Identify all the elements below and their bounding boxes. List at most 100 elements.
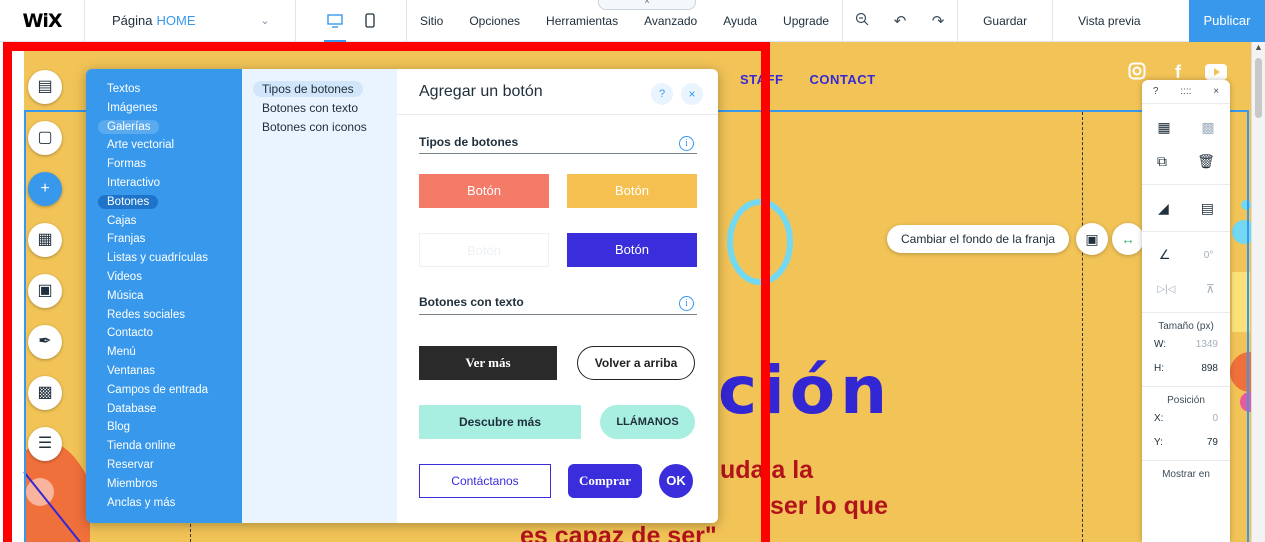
width-value[interactable]: 1349 — [1196, 339, 1218, 350]
collapse-toolbar-tab[interactable]: ^ — [598, 0, 696, 10]
subcategory-item-selected[interactable]: Tipos de botones — [242, 80, 397, 99]
panel-help-icon[interactable]: ? — [651, 83, 673, 105]
button-preset-ok[interactable]: OK — [659, 464, 693, 498]
subcategory-item[interactable]: Botones con texto — [242, 99, 397, 118]
category-item[interactable]: Cajas — [86, 212, 242, 231]
publish-button[interactable]: Publicar — [1189, 0, 1265, 42]
x-value[interactable]: 0 — [1212, 413, 1218, 424]
menu-advanced[interactable]: Avanzado — [631, 14, 710, 28]
site-nav-contact[interactable]: CONTACT — [810, 72, 876, 87]
category-item[interactable]: Anclas y más — [86, 494, 242, 513]
category-item[interactable]: Contacto — [86, 324, 242, 343]
category-item[interactable]: Imágenes — [86, 99, 242, 118]
bookings-icon[interactable]: ▩ — [28, 376, 62, 410]
category-item[interactable]: Formas — [86, 155, 242, 174]
info-icon[interactable]: i — [679, 136, 694, 151]
zoom-out-icon[interactable] — [843, 12, 881, 30]
category-item[interactable]: Menú — [86, 343, 242, 362]
canvas-scrollbar[interactable]: ▲ — [1251, 42, 1265, 542]
undo-icon[interactable]: ↶ — [881, 12, 919, 30]
button-preset-contactanos[interactable]: Contáctanos — [419, 464, 551, 498]
page-selector[interactable]: Página HOME — [85, 13, 295, 28]
category-item[interactable]: Interactivo — [86, 174, 242, 193]
scroll-up-icon[interactable]: ▲ — [1254, 42, 1263, 52]
button-preset-yellow[interactable]: Botón — [567, 174, 697, 208]
media-icon[interactable]: ▣ — [28, 274, 62, 308]
category-item[interactable]: Blog — [86, 418, 242, 437]
button-preset-white[interactable]: Botón — [419, 233, 549, 267]
category-item[interactable]: Reservar — [86, 456, 242, 475]
button-preset-descubre[interactable]: Descubre más — [419, 405, 581, 439]
page-name: HOME — [156, 13, 196, 28]
category-item[interactable]: Galerías — [86, 118, 242, 137]
left-tool-rail: ▤ ▢ + ▦ ▣ ✒ ▩ ☰ — [28, 70, 64, 478]
button-preset-comprar[interactable]: Comprar — [568, 464, 642, 498]
desktop-icon[interactable] — [324, 0, 346, 42]
category-item[interactable]: Database — [86, 400, 242, 419]
background-icon[interactable]: ▢ — [28, 121, 62, 155]
height-value[interactable]: 898 — [1201, 363, 1218, 374]
button-preset-volver[interactable]: Volver a arriba — [577, 346, 695, 380]
y-value[interactable]: 79 — [1207, 437, 1218, 448]
category-item[interactable]: Campos de entrada — [86, 381, 242, 400]
preview-button[interactable]: Vista previa — [1052, 0, 1165, 42]
button-preset-ver-mas[interactable]: Ver más — [419, 346, 557, 380]
category-item[interactable]: Música — [86, 287, 242, 306]
scrollbar-thumb[interactable] — [1255, 58, 1262, 118]
category-item[interactable]: Redes sociales — [86, 306, 242, 325]
button-preset-llamanos[interactable]: LLÁMANOS — [600, 405, 695, 439]
site-nav-staff[interactable]: STAFF — [740, 72, 783, 87]
menu-options[interactable]: Opciones — [456, 14, 533, 28]
copy-icon[interactable]: ▦ — [1157, 119, 1170, 136]
flip-v-icon[interactable]: ⊼ — [1206, 282, 1215, 296]
subcategory-item[interactable]: Botones con iconos — [242, 118, 397, 137]
menu-help[interactable]: Ayuda — [710, 14, 770, 28]
toolbar-header: ? :::: × — [1142, 80, 1230, 104]
button-preset-salmon[interactable]: Botón — [419, 174, 549, 208]
duplicate-icon[interactable]: ⧉ — [1157, 153, 1167, 170]
add-icon[interactable]: + — [28, 172, 62, 206]
paste-icon[interactable]: ▩ — [1201, 119, 1214, 136]
panel-content: Agregar un botón ? × Tipos de botones i … — [397, 69, 718, 523]
panel-close-icon[interactable]: × — [681, 83, 703, 105]
site-subtitle[interactable]: uda a la ser lo que — [720, 452, 888, 524]
menu-tools[interactable]: Herramientas — [533, 14, 631, 28]
mobile-icon[interactable] — [365, 0, 375, 42]
site-subtitle-line3[interactable]: es capaz de ser" — [520, 522, 717, 542]
drag-handle-icon[interactable]: :::: — [1180, 86, 1191, 97]
redo-icon[interactable]: ↷ — [919, 12, 957, 30]
category-item[interactable]: Tienda online — [86, 437, 242, 456]
category-item[interactable]: Videos — [86, 268, 242, 287]
arrange-icon[interactable]: ◢ — [1158, 200, 1169, 217]
pages-icon[interactable]: ▤ — [28, 70, 62, 104]
site-subtitle-line1: uda a la — [720, 456, 814, 484]
category-item[interactable]: Ventanas — [86, 362, 242, 381]
category-item[interactable]: Arte vectorial — [86, 136, 242, 155]
layout-icon[interactable]: ▣ — [1076, 223, 1108, 255]
category-item[interactable]: Textos — [86, 80, 242, 99]
button-preset-indigo[interactable]: Botón — [567, 233, 697, 267]
divider — [1142, 231, 1230, 232]
site-title[interactable]: ción — [718, 352, 892, 429]
menu-site[interactable]: Sitio — [407, 14, 456, 28]
category-item[interactable]: Miembros — [86, 475, 242, 494]
category-list: Textos Imágenes Galerías Arte vectorial … — [86, 69, 242, 523]
category-item[interactable]: Listas y cuadrículas — [86, 249, 242, 268]
info-icon[interactable]: i — [679, 296, 694, 311]
stretch-icon[interactable]: ↔ — [1112, 223, 1144, 255]
toolbar-close-icon[interactable]: × — [1213, 86, 1219, 97]
category-item[interactable]: Franjas — [86, 230, 242, 249]
angle-value[interactable]: 0° — [1204, 250, 1214, 261]
change-strip-background-button[interactable]: Cambiar el fondo de la franja — [887, 225, 1070, 253]
save-button[interactable]: Guardar — [957, 0, 1052, 42]
flip-h-icon[interactable]: ▷|◁ — [1157, 284, 1175, 295]
category-item-selected[interactable]: Botones — [86, 193, 242, 212]
delete-icon[interactable]: 🗑 — [1197, 153, 1215, 170]
database-icon[interactable]: ☰ — [28, 427, 62, 461]
toolbar-help-icon[interactable]: ? — [1153, 86, 1159, 97]
apps-icon[interactable]: ▦ — [28, 223, 62, 257]
menu-upgrade[interactable]: Upgrade — [770, 14, 842, 28]
rotate-icon[interactable]: ∠ — [1159, 247, 1171, 263]
align-icon[interactable]: ▤ — [1201, 200, 1214, 217]
design-icon[interactable]: ✒ — [28, 325, 62, 359]
